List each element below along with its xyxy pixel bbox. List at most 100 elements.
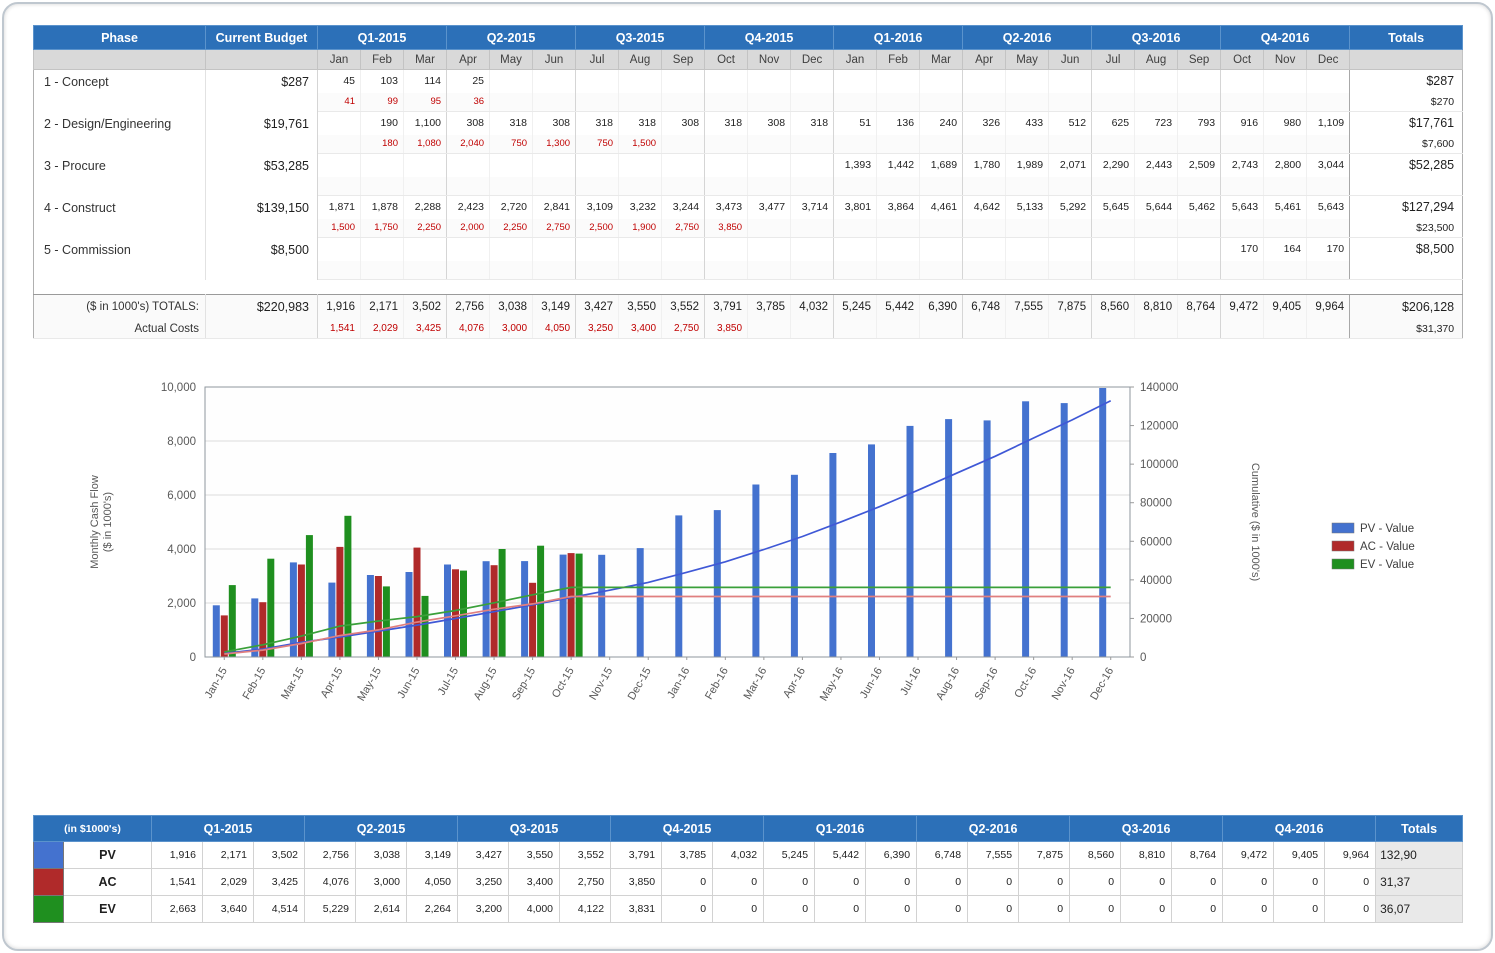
actual-value [920, 261, 963, 280]
ac-value: 4,076 [305, 869, 356, 896]
planned-value: 5,462 [1178, 196, 1221, 219]
actual-value [791, 177, 834, 196]
ac-total: 31,37 [1376, 869, 1463, 896]
actual-value [1178, 93, 1221, 112]
pv-bar [251, 598, 258, 657]
actual-value: 3,850 [705, 219, 748, 238]
planned-value [963, 70, 1006, 93]
planned-value: 5,133 [1006, 196, 1049, 219]
actual-value [834, 219, 877, 238]
x-axis-label: Aug-16 [934, 666, 962, 703]
planned-value [1006, 238, 1049, 261]
ev-value: 0 [1274, 896, 1325, 923]
quarter-header: Q3-2016 [1070, 816, 1223, 842]
actual-value: 2,750 [533, 219, 576, 238]
x-axis-label: Apr-15 [319, 666, 346, 701]
actual-value [1221, 135, 1264, 154]
x-axis-label: Jul-16 [898, 666, 923, 698]
actual-value [834, 135, 877, 154]
planned-value: 3,044 [1307, 154, 1350, 177]
actual-value [791, 219, 834, 238]
grand-planned-value: 4,032 [791, 295, 834, 320]
planned-value [791, 70, 834, 93]
right-axis-tick: 120000 [1140, 421, 1178, 433]
left-axis-title: Monthly Cash Flow [89, 475, 101, 569]
grand-planned-value: 1,916 [318, 295, 361, 320]
ac-value: 2,750 [560, 869, 611, 896]
planned-value: 1,878 [361, 196, 404, 219]
ev-legend-label: EV - Value [1360, 559, 1414, 571]
phase-label: 4 - Construct [34, 196, 206, 238]
quarter-header: Q4-2016 [1221, 26, 1350, 50]
planned-value [963, 238, 1006, 261]
grand-actual-value [834, 320, 877, 339]
planned-value: 2,423 [447, 196, 490, 219]
actual-value [1049, 135, 1092, 154]
totals-label: ($ in 1000's) TOTALS: [34, 295, 206, 320]
actual-value [748, 219, 791, 238]
actual-value [361, 261, 404, 280]
planned-value: 170 [1221, 238, 1264, 261]
planned-value [662, 154, 705, 177]
ac-value: 0 [968, 869, 1019, 896]
ev-value: 0 [1172, 896, 1223, 923]
phase-header: Phase [34, 26, 206, 50]
ac-value: 3,250 [458, 869, 509, 896]
ac-bar [375, 576, 382, 657]
pv-value: 1,916 [152, 842, 203, 869]
ac-bar [452, 569, 459, 657]
pv-bar [1061, 403, 1068, 657]
planned-value: 433 [1006, 112, 1049, 135]
pv-bar [984, 420, 991, 657]
planned-value [877, 238, 920, 261]
pv-legend-swatch [34, 842, 64, 869]
grand-planned-value: 9,472 [1221, 295, 1264, 320]
totals-header: Totals [1350, 26, 1463, 50]
ac-value: 2,029 [203, 869, 254, 896]
ev-value: 0 [1019, 896, 1070, 923]
ac-legend-swatch [34, 869, 64, 896]
ac-value: 0 [1325, 869, 1376, 896]
month-header: Jun [1049, 50, 1092, 70]
grand-planned-value: 9,964 [1307, 295, 1350, 320]
planned-value: 1,780 [963, 154, 1006, 177]
x-axis-label: Dec-16 [1088, 666, 1116, 703]
ev-value: 0 [1223, 896, 1274, 923]
planned-value [447, 154, 490, 177]
ac-row-label: AC [64, 869, 152, 896]
ac-value: 0 [917, 869, 968, 896]
actual-value [705, 135, 748, 154]
left-axis-title-line2: ($ in 1000's) [102, 492, 114, 552]
planned-value: 1,689 [920, 154, 963, 177]
month-header: Jul [576, 50, 619, 70]
grand-planned-value: 3,791 [705, 295, 748, 320]
x-axis-label: Nov-16 [1050, 666, 1078, 703]
month-header: Sep [662, 50, 705, 70]
quarter-header: Q2-2016 [917, 816, 1070, 842]
actual-value [963, 219, 1006, 238]
pv-bar [213, 605, 220, 657]
pv-value: 9,964 [1325, 842, 1376, 869]
planned-value [705, 238, 748, 261]
budget-value: $139,150 [206, 196, 318, 238]
actual-value [533, 177, 576, 196]
ac-value: 0 [1172, 869, 1223, 896]
actual-value [533, 93, 576, 112]
phase-subheader [34, 50, 206, 70]
actual-value [791, 93, 834, 112]
pv-bar [868, 444, 875, 657]
ev-value: 0 [1121, 896, 1172, 923]
planned-value [1307, 70, 1350, 93]
planned-value: 2,509 [1178, 154, 1221, 177]
actual-value [920, 177, 963, 196]
ac-value: 3,400 [509, 869, 560, 896]
actual-value [1006, 261, 1049, 280]
actual-value: 41 [318, 93, 361, 112]
ac-bar [336, 547, 343, 657]
ac-value: 0 [866, 869, 917, 896]
planned-value [1135, 70, 1178, 93]
actual-value: 2,250 [490, 219, 533, 238]
pv-bar [714, 510, 721, 657]
quarter-header: Q1-2016 [834, 26, 963, 50]
ev-value: 0 [866, 896, 917, 923]
